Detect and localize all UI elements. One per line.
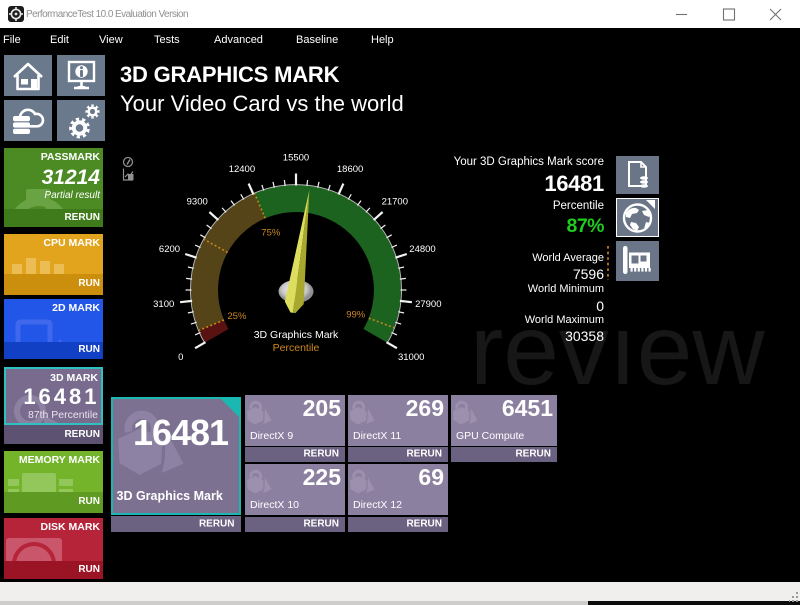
svg-text:31000: 31000 [398,352,424,363]
svg-text:24800: 24800 [409,244,435,255]
svg-text:6200: 6200 [159,244,180,255]
svg-text:0: 0 [178,352,183,363]
svg-text:75%: 75% [261,228,281,239]
svg-text:99%: 99% [346,310,366,321]
svg-text:15500: 15500 [283,152,309,163]
svg-text:25%: 25% [227,311,247,322]
svg-text:12400: 12400 [229,164,255,175]
svg-text:27900: 27900 [415,299,441,310]
svg-text:9300: 9300 [187,196,208,207]
svg-text:3D Graphics Mark: 3D Graphics Mark [254,329,339,341]
svg-text:18600: 18600 [337,164,363,175]
svg-text:Percentile: Percentile [273,342,320,354]
svg-text:3100: 3100 [153,299,174,310]
svg-text:21700: 21700 [382,196,408,207]
